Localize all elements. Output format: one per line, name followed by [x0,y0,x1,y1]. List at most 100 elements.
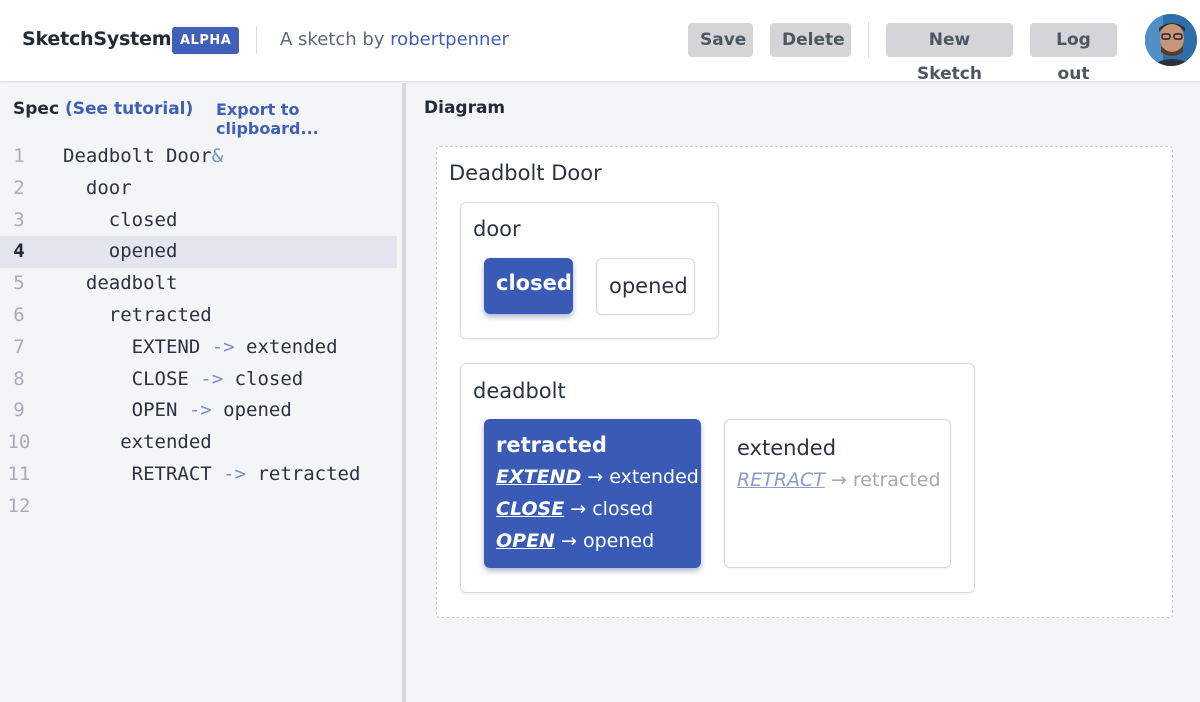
line-number: 1 [13,145,25,167]
line-code: retracted [63,303,212,326]
line-text: opened [63,236,178,268]
line-code: opened [63,240,178,263]
state-extended[interactable]: extended RETRACT → retracted [724,419,951,568]
user-avatar[interactable] [1145,14,1197,66]
line-number: 6 [13,303,25,326]
author-link[interactable]: robertpenner [390,29,509,50]
spec-title: Spec [13,99,60,119]
code-editor[interactable]: 1 Deadbolt Door& 2 door 3 closed 4 opened 5 d… [0,141,397,523]
header-divider [256,26,257,54]
transition-retract: RETRACT → retracted [737,469,941,491]
line-text: deadbolt [63,268,178,300]
arrow-icon: → [570,498,587,520]
transition-extend: EXTEND → extended [496,466,699,488]
code-line[interactable]: 9 OPEN -> opened [0,395,397,427]
transition-target: opened [582,530,655,552]
code-line[interactable]: 7 EXTEND -> extended [0,332,397,364]
app-logo-text[interactable]: SketchSystems [22,28,183,50]
byline-prefix: A sketch by [280,29,385,50]
pane-resize-handle[interactable] [402,83,406,702]
line-number: 3 [13,208,25,231]
line-code: OPEN [63,399,189,422]
spec-pane: Spec (See tutorial) Export to clipboard.… [0,83,402,702]
line-number: 9 [13,399,25,422]
line-text: OPEN -> opened [63,395,292,427]
line-code: closed [63,208,178,231]
code-line[interactable]: 4 opened [0,236,397,269]
state-retracted-label: retracted [496,433,607,457]
transition-target: extended [609,466,699,488]
alpha-badge: ALPHA [172,27,240,54]
state-extended-label: extended [737,436,837,460]
transition-close: CLOSE → closed [496,498,653,520]
state-retracted[interactable]: retracted EXTEND → extended CLOSE → clos… [484,419,701,568]
code-line[interactable]: 2 door [0,173,397,205]
line-text: Deadbolt Door& [63,141,223,173]
transition-target: retracted [246,462,361,485]
app-header: SketchSystems ALPHA A sketch by robertpe… [0,0,1200,84]
code-line[interactable]: 11 RETRACT -> retracted [0,459,397,491]
code-line[interactable]: 3 closed [0,205,397,237]
code-line[interactable]: 10 extended [0,427,397,459]
transition-arrow: -> [200,367,224,390]
line-number: 12 [7,494,31,517]
delete-button[interactable]: Delete [770,23,851,57]
see-tutorial-link[interactable]: (See tutorial) [65,99,193,119]
arrow-icon: → [587,466,604,488]
transition-target: closed [592,498,654,520]
event-open[interactable]: OPEN [496,530,555,552]
line-number: 4 [13,240,25,263]
line-text: retracted [63,300,212,332]
line-text: closed [63,205,178,237]
state-closed-label: closed [496,271,572,295]
new-sketch-button[interactable]: New Sketch [886,23,1013,84]
line-text: extended [63,427,212,459]
state-opened[interactable]: opened [596,258,695,315]
transition-arrow: -> [223,462,247,485]
line-code: Deadbolt Door [63,145,212,167]
transition-target: closed [223,367,304,390]
arrow-icon: → [830,469,847,491]
log-out-button[interactable]: Log out [1030,23,1117,84]
state-opened-label: opened [609,274,688,298]
transition-target: opened [211,399,292,422]
transition-target: retracted [852,469,941,491]
line-text: RETRACT -> retracted [63,459,361,491]
code-line[interactable]: 1 Deadbolt Door& [0,141,397,173]
line-text: EXTEND -> extended [63,332,338,364]
region-deadbolt-label: deadbolt [473,379,566,403]
code-line[interactable]: 5 deadbolt [0,268,397,300]
line-number: 10 [7,431,31,454]
avatar-photo-icon [1145,14,1197,66]
region-door-label: door [473,217,521,241]
sketch-byline: A sketch by robertpenner [280,29,509,50]
event-retract[interactable]: RETRACT [737,469,825,491]
code-line[interactable]: 8 CLOSE -> closed [0,364,397,396]
transition-target: extended [234,335,338,358]
header-divider-2 [868,22,869,58]
transition-arrow: -> [211,335,235,358]
arrow-icon: → [561,530,577,552]
line-number: 11 [7,462,31,485]
line-code: deadbolt [63,272,178,295]
line-code: extended [63,431,212,454]
line-number: 7 [13,335,25,358]
diagram-heading: Diagram [424,98,506,118]
event-close[interactable]: CLOSE [496,498,564,520]
line-number: 5 [13,272,25,295]
save-button[interactable]: Save [688,23,753,57]
transition-arrow: -> [188,399,212,422]
line-code: EXTEND [63,335,212,358]
code-line[interactable]: 12 [0,491,397,523]
parallel-marker: & [211,145,224,167]
export-to-clipboard-link[interactable]: Export to clipboard... [216,100,402,138]
event-extend[interactable]: EXTEND [496,466,581,488]
line-text: CLOSE -> closed [63,364,304,396]
code-line[interactable]: 6 retracted [0,300,397,332]
spec-heading: Spec (See tutorial) [13,99,193,119]
state-closed[interactable]: closed [484,258,573,314]
transition-open: OPEN → opened [496,530,654,552]
line-text: door [63,173,132,205]
line-number: 8 [13,367,25,390]
machine-title: Deadbolt Door [449,161,602,185]
